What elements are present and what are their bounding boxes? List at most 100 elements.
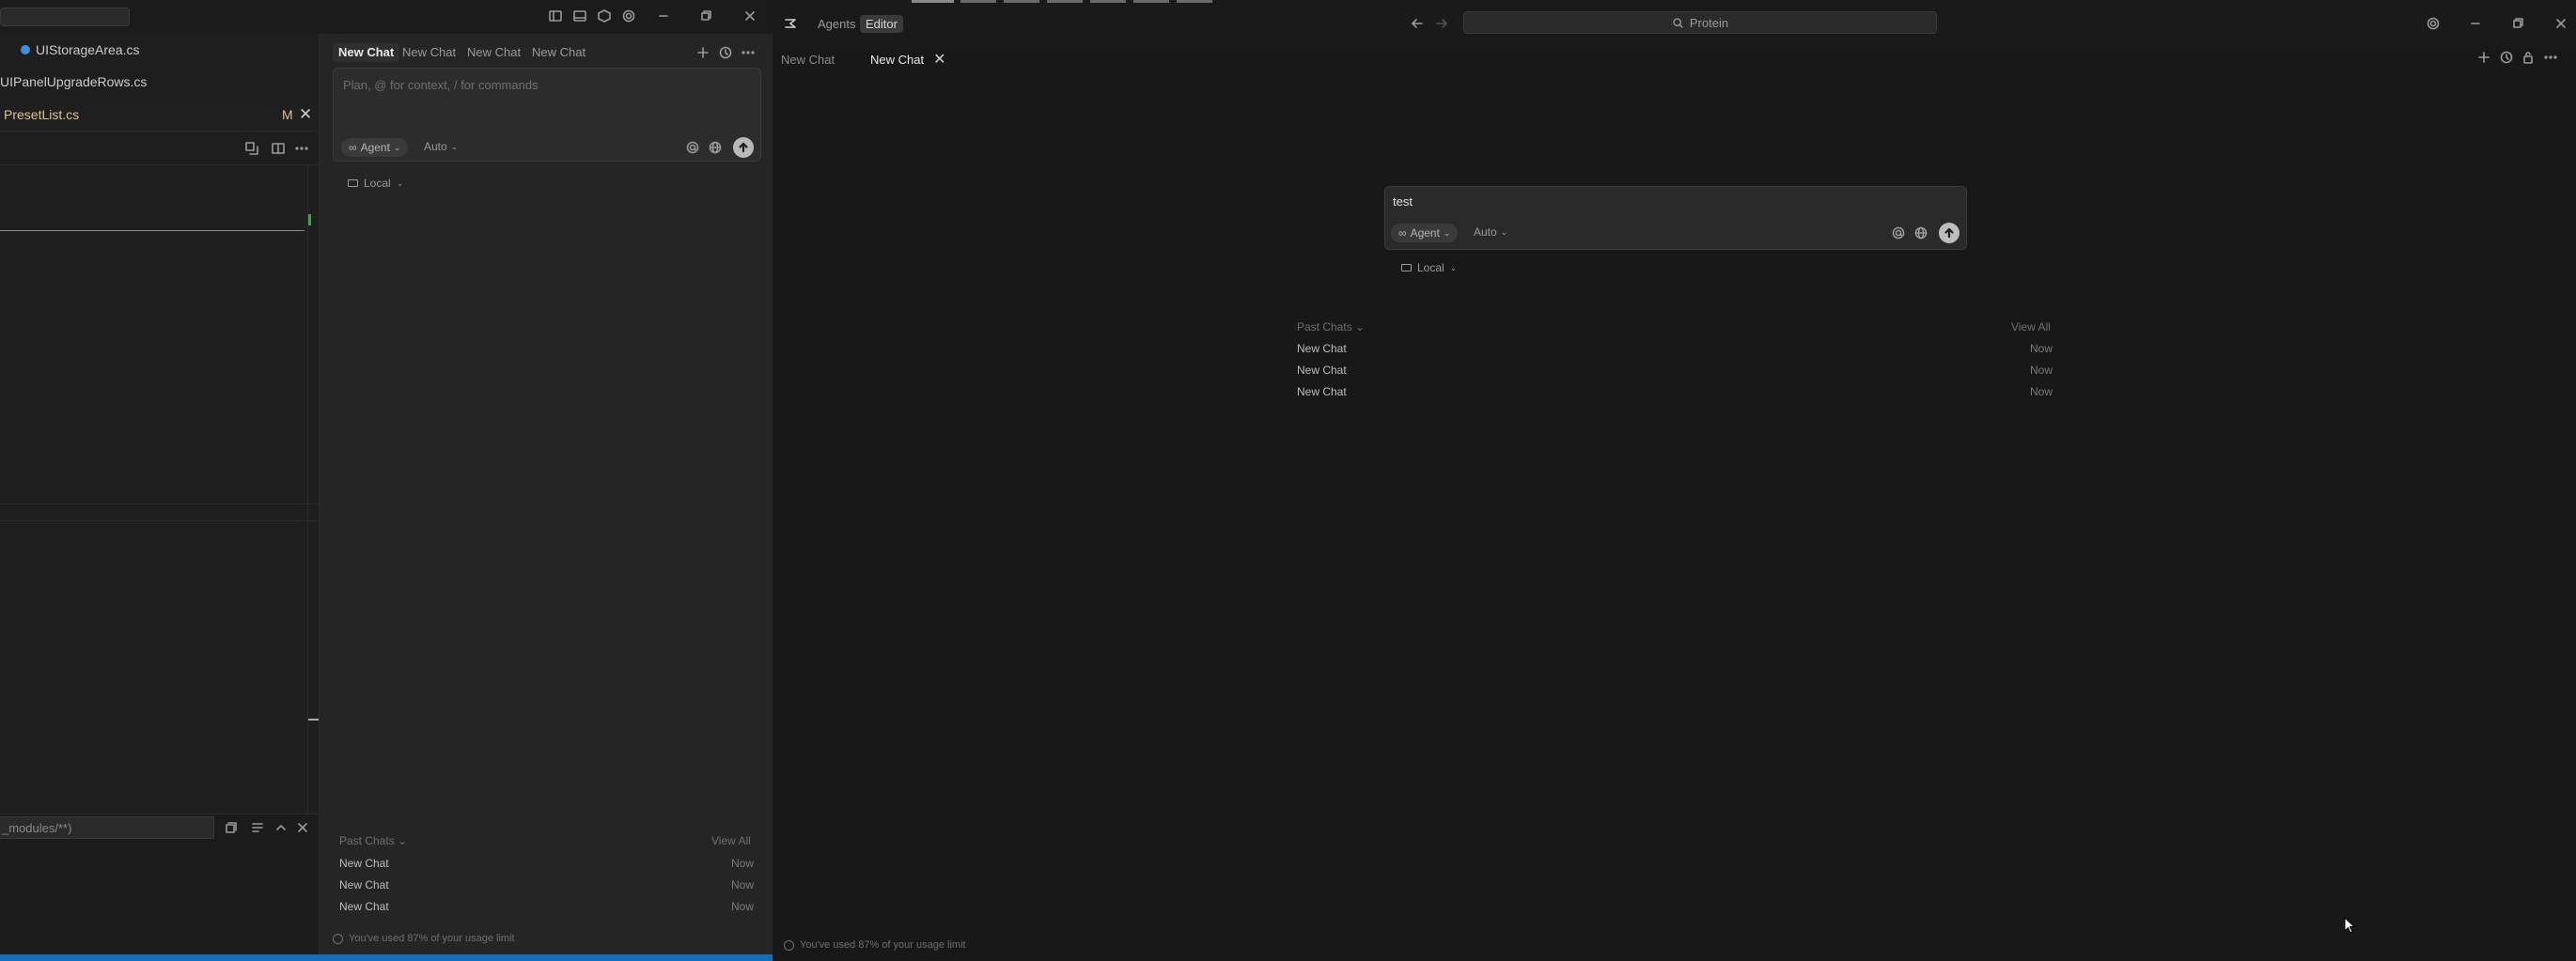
past-chats-header[interactable]: Past Chats ⌄ <box>1297 320 1365 333</box>
filter-input[interactable]: _modules/**) <box>0 816 214 839</box>
mode-label: Agent <box>360 141 390 154</box>
more-icon[interactable] <box>740 44 757 61</box>
view-all-link[interactable]: View All <box>2011 320 2051 333</box>
split-editor-icon[interactable] <box>270 140 287 157</box>
git-added-marker <box>308 214 311 225</box>
minimize-icon[interactable] <box>655 8 672 24</box>
past-chats-label: Past Chats <box>1297 320 1352 333</box>
past-chat-time: Now <box>730 857 754 870</box>
past-chat-item[interactable]: New Chat <box>1297 385 1347 398</box>
history-icon[interactable] <box>717 44 734 61</box>
editor-tab-presetlist[interactable]: PresetList.cs M ✕ <box>0 100 318 132</box>
globe-icon[interactable] <box>707 139 724 156</box>
at-icon[interactable] <box>684 139 701 156</box>
history-icon[interactable] <box>2498 49 2515 66</box>
lock-icon[interactable] <box>2520 49 2537 66</box>
close-panel-icon[interactable] <box>294 819 311 836</box>
strip-segment[interactable] <box>1004 0 1039 3</box>
chevron-down-icon: ⌄ <box>1449 262 1458 272</box>
chat-input-box[interactable]: Plan, @ for context, / for commands ∞ Ag… <box>333 68 761 162</box>
past-chat-item[interactable]: New Chat <box>339 900 389 913</box>
past-chat-item[interactable]: New Chat <box>339 857 389 870</box>
agent-mode-dropdown[interactable]: ∞ Agent ⌄ <box>1391 224 1459 242</box>
sidebar-toggle-icon[interactable] <box>547 8 564 24</box>
editor-scrollbar[interactable] <box>307 165 308 814</box>
editor-nav-button[interactable]: Editor <box>860 15 903 33</box>
past-chats-header[interactable]: Past Chats ⌄ <box>339 834 407 847</box>
compare-changes-icon[interactable] <box>243 140 260 157</box>
close-tab-icon[interactable]: ✕ <box>299 105 312 124</box>
close-icon[interactable] <box>742 8 758 24</box>
restore-icon[interactable] <box>697 8 714 24</box>
chevron-down-icon: ⌄ <box>1443 227 1451 238</box>
back-arrow-icon[interactable] <box>1409 15 1426 32</box>
chat-input-box[interactable]: test ∞ Agent ⌄ Auto ⌄ <box>1384 186 1967 250</box>
tab-label: New Chat <box>781 52 835 67</box>
strip-segment[interactable] <box>1090 0 1126 3</box>
globe-icon[interactable] <box>1912 225 1929 241</box>
past-chat-time: Now <box>2029 385 2053 398</box>
search-icon <box>1672 17 1684 29</box>
gear-icon[interactable] <box>2425 15 2442 32</box>
past-chat-time: Now <box>2029 364 2053 377</box>
past-chat-item[interactable]: New Chat <box>1297 342 1347 355</box>
collapse-all-icon[interactable] <box>223 819 240 836</box>
send-button[interactable] <box>1939 223 1959 243</box>
agents-nav-button[interactable]: Agents <box>812 15 861 33</box>
location-label: Local <box>1417 261 1444 274</box>
command-center-input[interactable] <box>0 8 130 26</box>
mouse-cursor-icon <box>2344 917 2355 934</box>
panel-toggle-icon[interactable] <box>571 8 588 24</box>
chat-input-placeholder: Plan, @ for context, / for commands <box>343 78 539 92</box>
location-label: Local <box>364 177 391 190</box>
past-chat-item[interactable]: New Chat <box>339 878 389 891</box>
close-tab-icon[interactable]: ✕ <box>933 50 945 69</box>
open-file-uipanelupgraderows[interactable]: UIPanelUpgradeRows.cs <box>0 68 147 96</box>
location-dropdown[interactable]: Local ⌄ <box>1401 261 1457 274</box>
plus-icon[interactable] <box>2475 49 2492 66</box>
top-tab-strip <box>912 0 1250 4</box>
more-icon[interactable] <box>2542 49 2559 66</box>
close-icon[interactable] <box>2553 15 2569 32</box>
infinity-icon: ∞ <box>349 141 357 154</box>
restore-icon[interactable] <box>2509 15 2526 32</box>
csharp-file-icon <box>21 45 30 54</box>
past-chat-item[interactable]: New Chat <box>1297 364 1347 377</box>
chat-tab-1[interactable]: New Chat <box>781 49 835 70</box>
copilot-icon[interactable] <box>596 8 613 24</box>
gear-icon[interactable] <box>620 8 637 24</box>
search-bar[interactable]: Protein <box>1463 11 1937 34</box>
left-editor-window: UIStorageArea.cs UIPanelUpgradeRows.cs P… <box>0 0 773 961</box>
model-dropdown[interactable]: Auto ⌄ <box>424 140 458 153</box>
strip-segment[interactable] <box>912 0 954 3</box>
strip-segment[interactable] <box>1133 0 1169 3</box>
usage-notice: You've used 87% of your usage limit <box>784 939 966 951</box>
minimize-icon[interactable] <box>2467 15 2484 32</box>
open-file-uistoragearea[interactable]: UIStorageArea.cs <box>0 36 140 64</box>
code-editor[interactable] <box>0 165 308 814</box>
view-all-link[interactable]: View All <box>711 834 751 847</box>
strip-segment[interactable] <box>1177 0 1212 3</box>
strip-segment[interactable] <box>1047 0 1083 3</box>
agent-mode-dropdown[interactable]: ∞ Agent ⌄ <box>341 138 409 157</box>
chat-tab-4[interactable]: New Chat <box>526 43 591 62</box>
chevron-up-icon[interactable] <box>273 819 289 836</box>
word-wrap-icon[interactable] <box>249 819 266 836</box>
plus-icon[interactable] <box>695 44 711 61</box>
at-icon[interactable] <box>1890 225 1907 241</box>
editor-ruler-line <box>0 230 304 231</box>
model-dropdown[interactable]: Auto ⌄ <box>1474 225 1507 239</box>
chat-input-text: test <box>1393 194 1413 209</box>
strip-segment[interactable] <box>960 0 996 3</box>
divider <box>0 520 318 521</box>
location-dropdown[interactable]: Local ⌄ <box>348 177 403 190</box>
more-icon[interactable] <box>293 140 310 157</box>
right-titlebar: Agents Editor Protein <box>773 0 2576 47</box>
send-button[interactable] <box>733 137 754 158</box>
usage-text: You've used 87% of your usage limit <box>349 933 515 944</box>
chat-tab-2[interactable]: New Chat <box>397 43 461 62</box>
chat-tab-1[interactable]: New Chat <box>333 43 400 62</box>
forward-arrow-icon[interactable] <box>1433 15 1450 32</box>
chat-tab-2-active[interactable]: New Chat ✕ <box>870 49 945 70</box>
chat-tab-3[interactable]: New Chat <box>461 43 526 62</box>
